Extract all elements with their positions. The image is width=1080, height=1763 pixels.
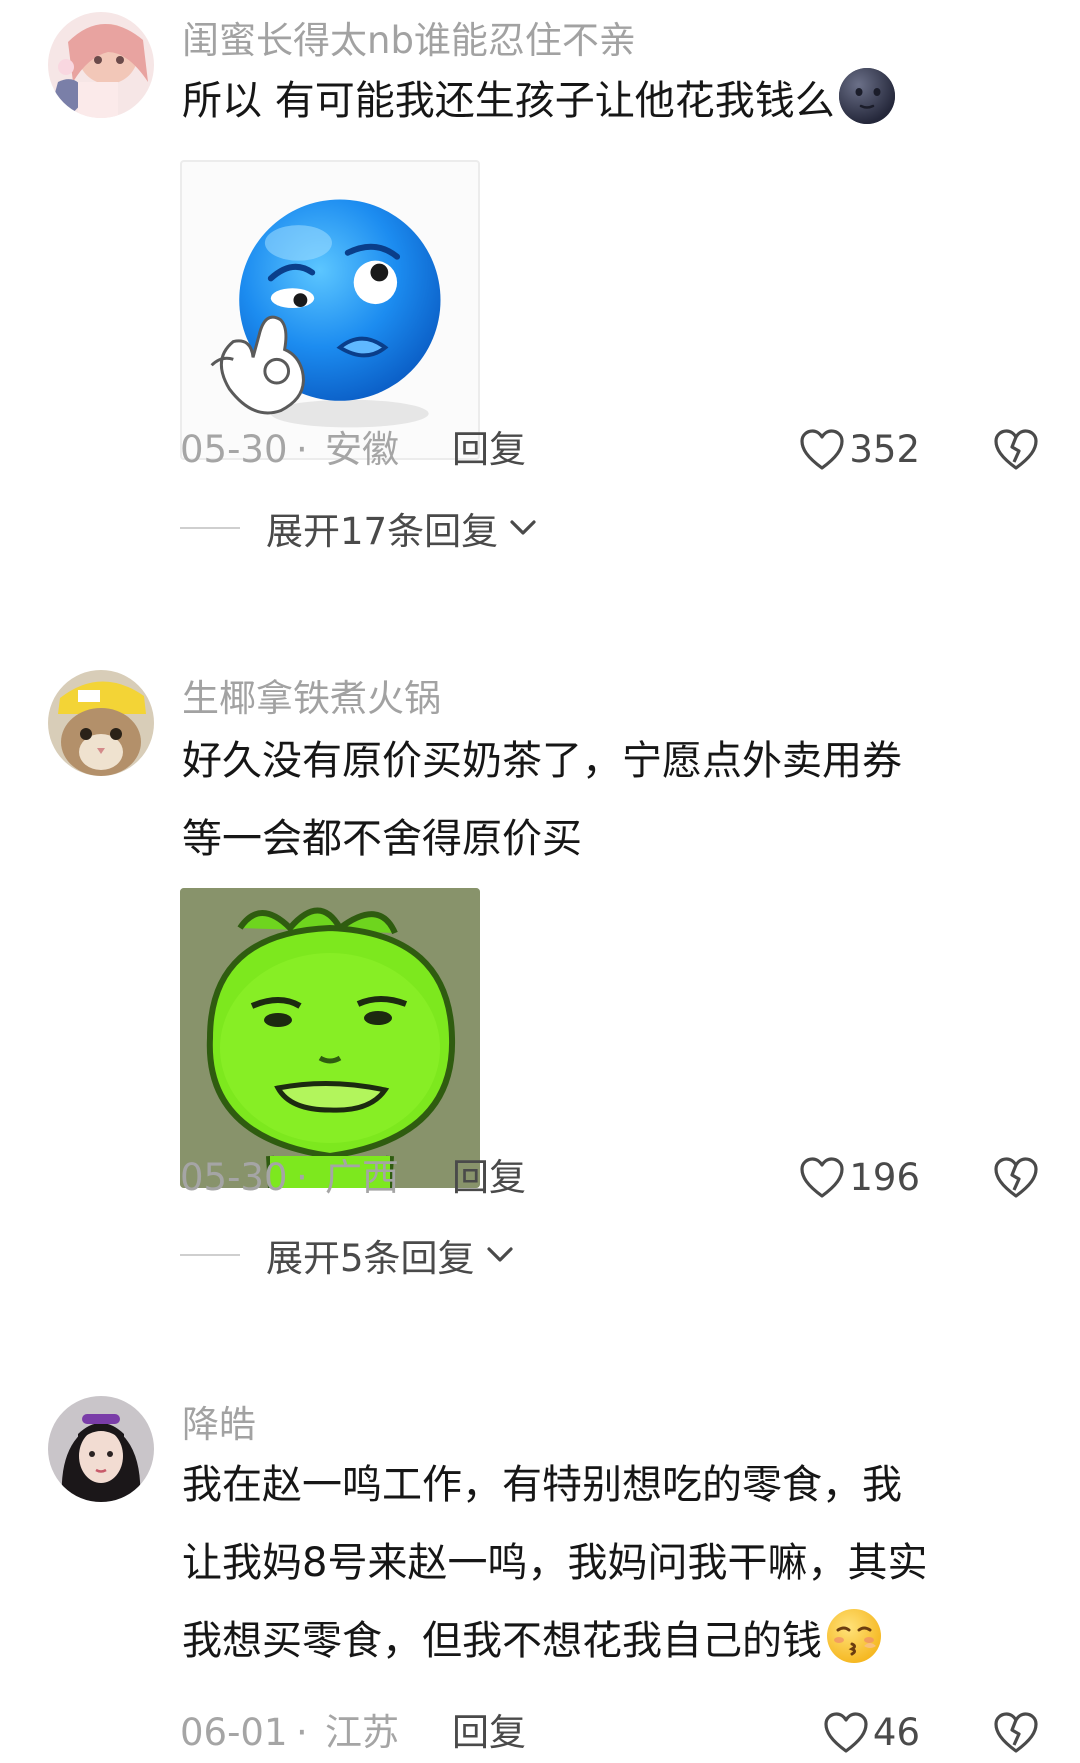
divider-line xyxy=(180,527,240,529)
comment-date: 05-30 xyxy=(180,1156,288,1199)
meta-separator: · xyxy=(296,428,308,471)
like-button[interactable]: 352 xyxy=(799,420,920,480)
comment-meta: 05-30 · 广西 回复 196 xyxy=(180,1148,1040,1208)
like-count: 196 xyxy=(849,1156,920,1199)
heart-icon xyxy=(824,1712,868,1753)
reply-button[interactable]: 回复 xyxy=(452,1148,526,1208)
avatar[interactable] xyxy=(48,1396,154,1502)
chevron-down-icon xyxy=(486,1247,513,1262)
like-button[interactable]: 46 xyxy=(823,1703,920,1763)
comment-date: 05-30 xyxy=(180,428,288,471)
reply-button[interactable]: 回复 xyxy=(452,1703,526,1763)
comment-text-content: 所以 有可能我还生孩子让他花我钱么 xyxy=(182,78,835,124)
heart-icon xyxy=(800,429,844,470)
comment-text-line: 好久没有原价买奶茶了，宁愿点外卖用券 xyxy=(182,738,902,784)
comment-meta: 06-01 · 江苏 回复 46 xyxy=(180,1703,1040,1763)
avatar[interactable] xyxy=(48,12,154,118)
comment-location: 安徽 xyxy=(325,428,399,471)
expand-replies-button[interactable]: 展开5条回复 xyxy=(180,1230,515,1280)
username[interactable]: 降皓 xyxy=(182,1406,256,1443)
comment-location: 广西 xyxy=(325,1156,399,1199)
sticker-image[interactable] xyxy=(180,160,480,460)
divider-line xyxy=(180,1254,240,1256)
chevron-down-icon xyxy=(510,520,536,535)
broken-heart-dislike-icon[interactable] xyxy=(992,1154,1040,1202)
comment-text-line: 让我妈8号来赵一鸣，我妈问我干嘛，其实 xyxy=(182,1540,928,1586)
meta-separator: · xyxy=(296,1156,308,1199)
like-count: 46 xyxy=(872,1711,920,1754)
sticker-image[interactable] xyxy=(180,888,480,1188)
comment-date: 06-01 xyxy=(180,1711,288,1754)
broken-heart-dislike-icon[interactable] xyxy=(992,1709,1040,1757)
comment-text: 我在赵一鸣工作，有特别想吃的零食，我 让我妈8号来赵一鸣，我妈问我干嘛，其实 我… xyxy=(182,1446,1042,1680)
like-count: 352 xyxy=(849,428,920,471)
broken-heart-dislike-icon[interactable] xyxy=(992,426,1040,474)
comment-text-line: 等一会都不舍得原价买 xyxy=(182,816,582,862)
comment-text-line: 我想买零食，但我不想花我自己的钱 xyxy=(182,1618,822,1664)
comment-text: 好久没有原价买奶茶了，宁愿点外卖用券 等一会都不舍得原价买 xyxy=(182,722,1042,878)
expand-replies-label: 展开17条回复 xyxy=(266,510,499,553)
avatar[interactable] xyxy=(48,670,154,776)
comment-text: 所以 有可能我还生孩子让他花我钱么 xyxy=(182,62,1042,140)
comment-location: 江苏 xyxy=(325,1711,399,1754)
username[interactable]: 闺蜜长得太nb谁能忍住不亲 xyxy=(182,22,636,59)
reply-button[interactable]: 回复 xyxy=(452,420,526,480)
blue-ok-hand-smiley-sticker-icon xyxy=(210,199,441,428)
meta-separator: · xyxy=(296,1711,308,1754)
green-bean-face-sticker-icon xyxy=(180,888,480,1188)
expand-replies-label: 展开5条回复 xyxy=(266,1237,475,1280)
like-button[interactable]: 196 xyxy=(799,1148,920,1208)
comment-meta: 05-30 · 安徽 回复 352 xyxy=(180,420,1040,480)
new-moon-face-emoji-icon xyxy=(837,66,897,126)
expand-replies-button[interactable]: 展开17条回复 xyxy=(180,503,538,553)
kissing-face-emoji-icon xyxy=(824,1606,884,1666)
username[interactable]: 生椰拿铁煮火锅 xyxy=(182,680,441,717)
heart-icon xyxy=(800,1157,844,1198)
comment-text-line: 我在赵一鸣工作，有特别想吃的零食，我 xyxy=(182,1462,902,1508)
